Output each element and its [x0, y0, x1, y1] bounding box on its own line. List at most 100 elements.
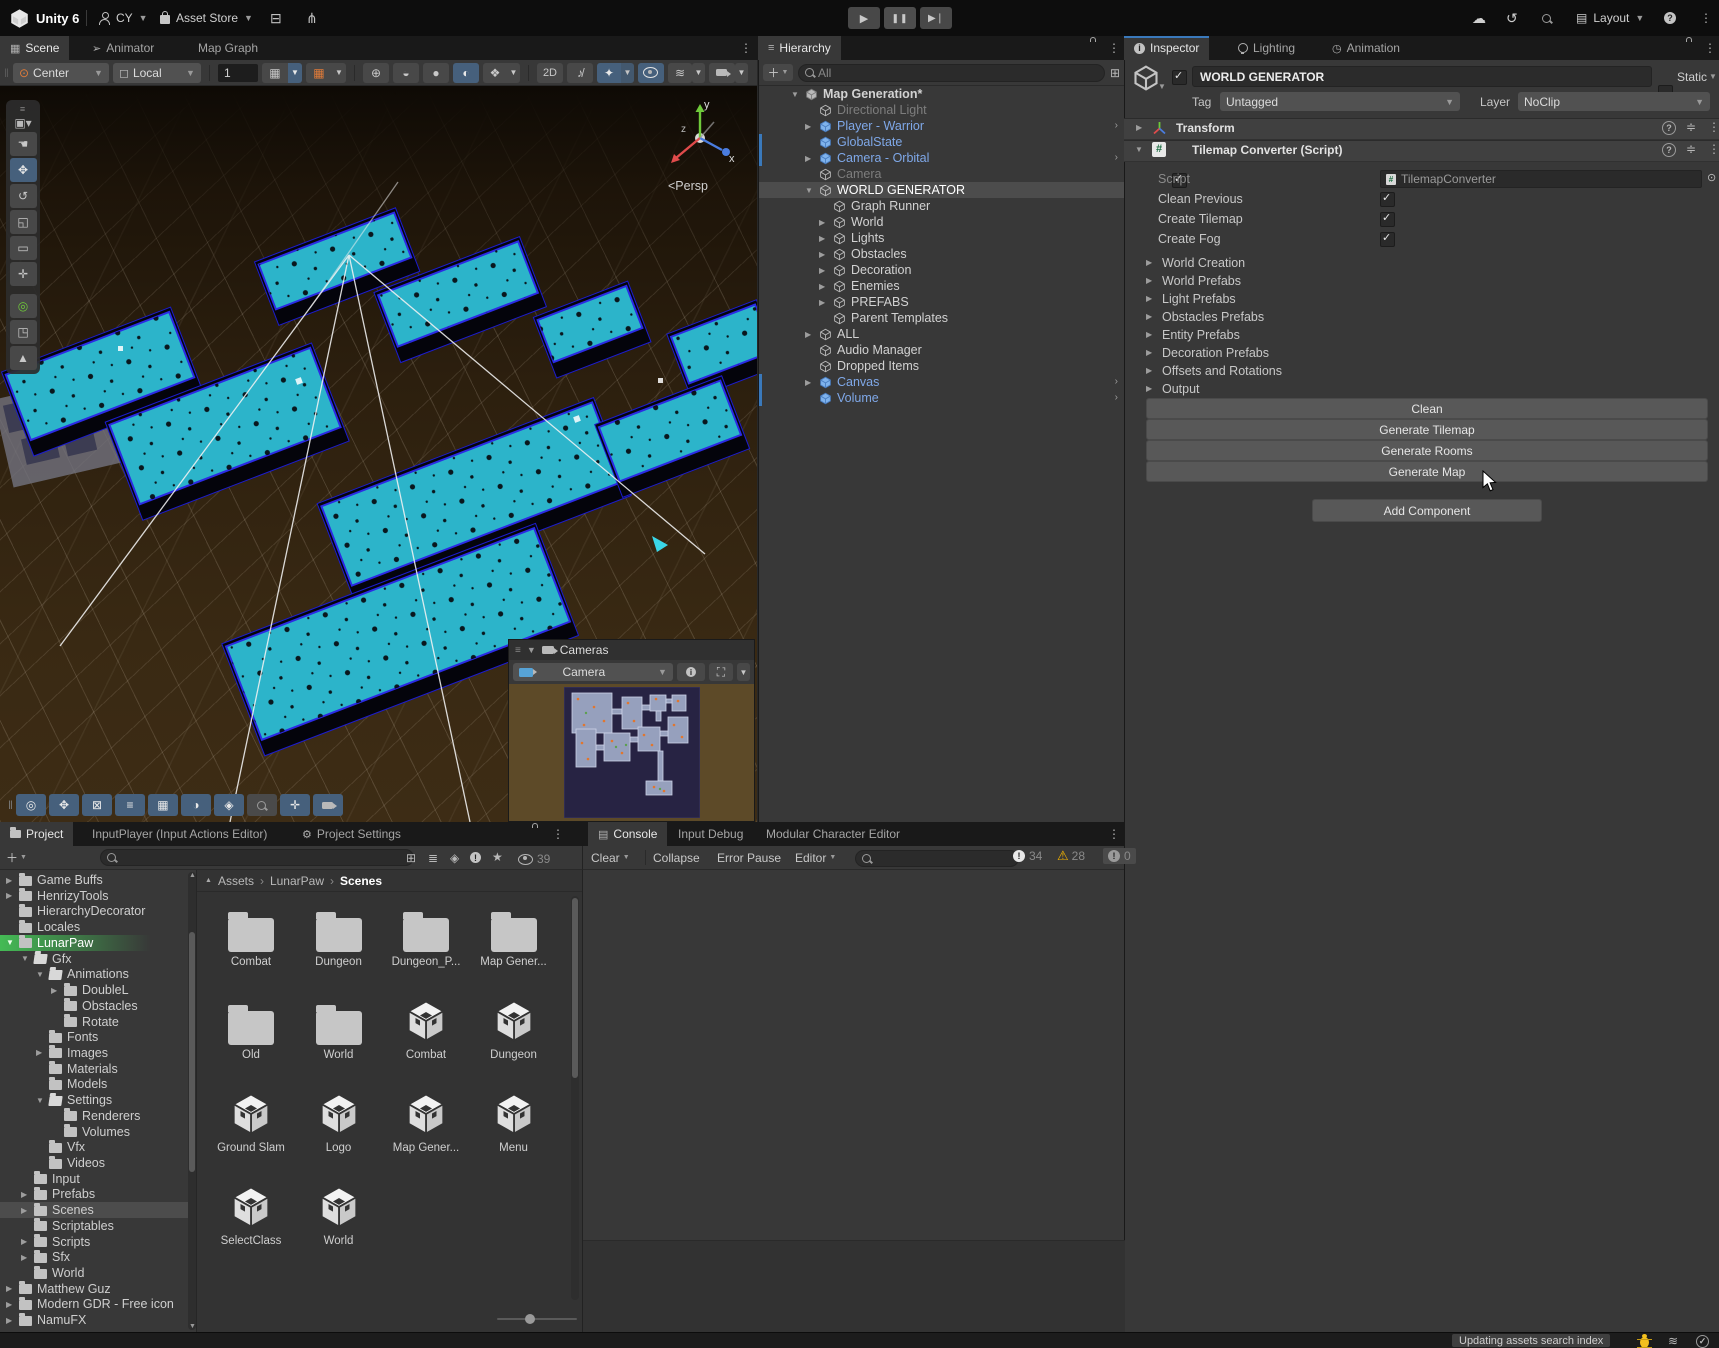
project-tree-item[interactable]: ▶Prefabs: [0, 1186, 188, 1202]
hierarchy-item[interactable]: ▶Canvas›: [759, 374, 1124, 390]
collapse-icon[interactable]: ▲: [205, 877, 212, 884]
hierarchy-item[interactable]: Audio Manager: [759, 342, 1124, 358]
hierarchy-item[interactable]: ▼WORLD GENERATOR: [759, 182, 1124, 198]
snap-increment-button[interactable]: ▦▼: [306, 63, 346, 83]
camera-fullscreen-button[interactable]: ⛶: [709, 663, 733, 681]
grid-size-input[interactable]: 1: [218, 64, 258, 82]
hidden-count-indicator[interactable]: 39: [518, 852, 550, 866]
hierarchy-item[interactable]: ▶Enemies: [759, 278, 1124, 294]
generate-tilemap-button[interactable]: Generate Tilemap: [1146, 419, 1708, 440]
layers-button[interactable]: ≋▼: [668, 63, 705, 83]
drag-handle[interactable]: ≡: [20, 104, 26, 114]
overlay-options-button[interactable]: ▣▾: [14, 116, 31, 130]
project-tree-item[interactable]: ▶Images: [0, 1045, 188, 1061]
project-tree-item[interactable]: ▶NamuFX: [0, 1312, 188, 1328]
hierarchy-item[interactable]: GlobalState: [759, 134, 1124, 150]
hierarchy-item[interactable]: Parent Templates: [759, 310, 1124, 326]
object-picker-icon[interactable]: ⊙: [1707, 171, 1716, 184]
asset-folder[interactable]: World: [297, 995, 381, 1061]
hierarchy-panel-menu-button[interactable]: ⋮: [1108, 41, 1120, 55]
hierarchy-search-input[interactable]: All: [798, 64, 1105, 82]
tab-input-player[interactable]: InputPlayer (Input Actions Editor): [82, 822, 277, 846]
asset-store-menu[interactable]: Asset Store▼: [160, 0, 253, 36]
foldout-label[interactable]: Obstacles Prefabs: [1162, 310, 1264, 324]
cameras-titlebar[interactable]: ≡ ▼ Cameras: [509, 640, 754, 660]
expand-arrow-icon[interactable]: ▶: [819, 234, 825, 243]
expand-arrow-icon[interactable]: ▶: [51, 986, 57, 995]
asset-scene[interactable]: Menu: [472, 1088, 556, 1154]
project-tree-item[interactable]: Materials: [0, 1061, 188, 1077]
expand-arrow-icon[interactable]: ▶: [819, 250, 825, 259]
expand-arrow-icon[interactable]: ▶: [6, 891, 12, 900]
expand-arrow-icon[interactable]: ▼: [21, 954, 29, 963]
expand-arrow-icon[interactable]: ▶: [805, 378, 811, 387]
package-manager-button[interactable]: ⊟: [270, 0, 282, 36]
tab-project[interactable]: Project: [0, 822, 73, 846]
tab-hierarchy[interactable]: ≡Hierarchy: [758, 36, 841, 60]
expand-arrow-icon[interactable]: ▼: [36, 1096, 44, 1105]
prefab-open-arrow-icon[interactable]: ›: [1115, 120, 1118, 131]
project-tree-item[interactable]: Scriptables: [0, 1218, 188, 1234]
prefab-open-arrow-icon[interactable]: ›: [1115, 392, 1118, 403]
project-tree-scrollbar[interactable]: ▲ ▼: [188, 872, 196, 1330]
foldout-arrow[interactable]: ▶: [1146, 312, 1152, 321]
project-tree-item[interactable]: ▶Matthew Guz: [0, 1281, 188, 1297]
expand-arrow-icon[interactable]: ▶: [21, 1237, 27, 1246]
asset-scene[interactable]: World: [297, 1181, 381, 1247]
property-checkbox[interactable]: [1380, 192, 1395, 207]
asset-scene[interactable]: Combat: [384, 995, 468, 1061]
foldout-arrow[interactable]: ▶: [1146, 294, 1152, 303]
property-checkbox[interactable]: [1380, 232, 1395, 247]
tab-animation[interactable]: ◷Animation: [1322, 36, 1410, 60]
version-control-button[interactable]: ⋔: [306, 0, 318, 36]
cameras-overlay-window[interactable]: ≡ ▼ Cameras Camera▼ i ⛶ ▼: [508, 639, 755, 822]
warning-count-toggle[interactable]: ⚠28: [1057, 848, 1085, 864]
expand-arrow-icon[interactable]: ▶: [6, 1316, 12, 1325]
hierarchy-item[interactable]: ▶Camera - Orbital›: [759, 150, 1124, 166]
label-filter-icon[interactable]: ◈: [450, 851, 459, 865]
custom-tool-button[interactable]: ◳: [10, 320, 37, 344]
tab-project-settings[interactable]: ⚙Project Settings: [292, 822, 411, 846]
project-tree-item[interactable]: ▼Animations: [0, 966, 188, 982]
axis-move-button[interactable]: ✛: [280, 794, 310, 816]
activity-check-icon[interactable]: ✓: [1696, 1335, 1709, 1348]
foldout-label[interactable]: World Prefabs: [1162, 274, 1241, 288]
expand-arrow-icon[interactable]: ▼: [6, 938, 14, 947]
console-body[interactable]: [582, 870, 1124, 1332]
tab-inspector[interactable]: iInspector: [1124, 36, 1209, 60]
foldout-arrow[interactable]: ▶: [1146, 330, 1152, 339]
tab-input-debug[interactable]: Input Debug: [668, 822, 753, 846]
lighting-toggle-button[interactable]: ◐: [453, 63, 479, 83]
tag-dropdown[interactable]: Untagged▼: [1220, 92, 1460, 111]
presets-icon[interactable]: ≑: [1686, 142, 1696, 156]
project-tree-item[interactable]: Vfx: [0, 1139, 188, 1155]
generate-rooms-button[interactable]: Generate Rooms: [1146, 440, 1708, 461]
active-checkbox[interactable]: [1172, 70, 1187, 85]
tab-animator[interactable]: ➢Animator: [82, 36, 164, 60]
object-name-field[interactable]: WORLD GENERATOR: [1192, 66, 1652, 87]
step-button[interactable]: ▶❘: [920, 7, 952, 29]
create-asset-button[interactable]: ＋▼: [6, 849, 27, 866]
icon-size-slider[interactable]: [497, 1318, 577, 1320]
breadcrumb-lunarpaw[interactable]: LunarPaw: [270, 874, 324, 888]
error-pause-button[interactable]: Error Pause: [717, 851, 781, 865]
rotate-tool-button[interactable]: ↺: [10, 184, 37, 208]
tab-console[interactable]: ▤Console: [588, 822, 667, 846]
asset-folder[interactable]: Dungeon_P...: [384, 902, 468, 968]
project-panel-menu-button[interactable]: ⋮: [552, 827, 564, 841]
hierarchy-item[interactable]: ▶PREFABS: [759, 294, 1124, 310]
asset-scene[interactable]: Dungeon: [472, 995, 556, 1061]
expand-arrow-icon[interactable]: ▶: [819, 266, 825, 275]
asset-scene[interactable]: Map Gener...: [384, 1088, 468, 1154]
transform-tool-button[interactable]: ✛: [10, 262, 37, 286]
project-tree-item[interactable]: Fonts: [0, 1029, 188, 1045]
project-tree-item[interactable]: Renderers: [0, 1108, 188, 1124]
gameobject-cube-icon[interactable]: [1132, 64, 1160, 92]
expand-arrow-icon[interactable]: ▶: [36, 1048, 42, 1057]
account-menu[interactable]: CY▼: [98, 0, 148, 36]
project-tree-item[interactable]: ▶DoubleL: [0, 982, 188, 998]
layers-overlay-button[interactable]: ◈: [214, 794, 244, 816]
foldout-label[interactable]: Light Prefabs: [1162, 292, 1236, 306]
asset-grid-scrollbar[interactable]: [571, 896, 579, 1300]
hierarchy-item[interactable]: ▶World: [759, 214, 1124, 230]
